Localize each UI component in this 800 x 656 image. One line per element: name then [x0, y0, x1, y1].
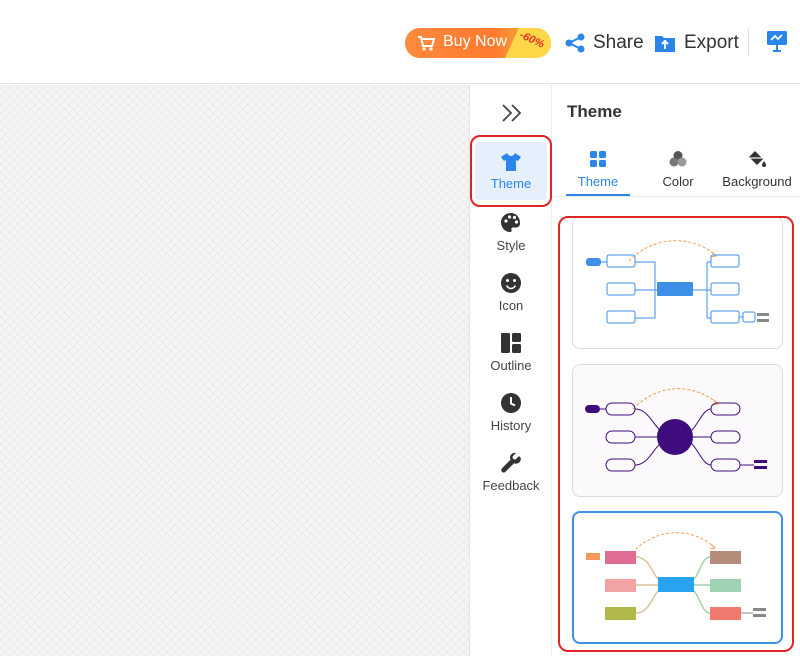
sidebar-item-icon[interactable]: Icon	[478, 272, 544, 328]
sidebar-item-style[interactable]: Style	[478, 212, 544, 268]
sidebar-item-history[interactable]: History	[478, 392, 544, 448]
export-icon	[655, 36, 675, 52]
sidebar-item-label: History	[490, 418, 532, 433]
export-label: Export	[684, 32, 739, 53]
sidebar-item-label: Style	[496, 238, 526, 253]
discount-text: -60%	[517, 29, 547, 51]
collapse-panel-icon[interactable]	[500, 102, 524, 124]
smiley-icon	[501, 273, 521, 293]
share-icon	[565, 33, 585, 53]
share-label: Share	[593, 32, 644, 53]
tab-color[interactable]: Color	[648, 150, 708, 196]
tab-theme[interactable]: Theme	[566, 150, 630, 196]
share-button[interactable]: Share	[565, 30, 644, 56]
toolbar-divider	[748, 28, 749, 56]
tab-bar-divider	[552, 196, 800, 197]
sidebar-item-label: Feedback	[482, 478, 540, 493]
export-button[interactable]: Export	[654, 30, 739, 56]
buy-now-label: Buy Now	[443, 33, 508, 50]
tab-label: Color	[662, 174, 694, 189]
active-tab-indicator	[566, 194, 630, 196]
clock-icon	[501, 393, 521, 413]
presentation-icon[interactable]	[766, 30, 788, 52]
panel-title: Theme	[567, 102, 622, 121]
discount-badge: -60%	[505, 28, 551, 58]
tab-label: Background	[722, 174, 792, 189]
paint-bucket-icon	[749, 151, 766, 167]
sidebar-item-feedback[interactable]: Feedback	[478, 452, 544, 508]
outline-icon	[501, 333, 521, 353]
sidebar-item-label: Outline	[490, 358, 532, 373]
top-toolbar: Buy Now -60% Share Export	[0, 0, 800, 84]
tab-label: Theme	[577, 174, 619, 189]
sidebar-item-label: Icon	[498, 298, 524, 313]
highlight-outline-theme-list	[558, 216, 794, 652]
palette-icon	[501, 213, 520, 232]
grid-icon	[590, 151, 606, 167]
wrench-icon	[501, 452, 521, 473]
tab-background[interactable]: Background	[718, 150, 796, 196]
mindmap-canvas[interactable]	[0, 85, 469, 656]
sidebar-item-outline[interactable]: Outline	[478, 332, 544, 388]
color-dots-icon	[669, 151, 687, 167]
cart-icon	[418, 36, 435, 51]
highlight-outline-theme-nav	[470, 135, 552, 207]
buy-now-button[interactable]: Buy Now -60%	[405, 28, 551, 58]
